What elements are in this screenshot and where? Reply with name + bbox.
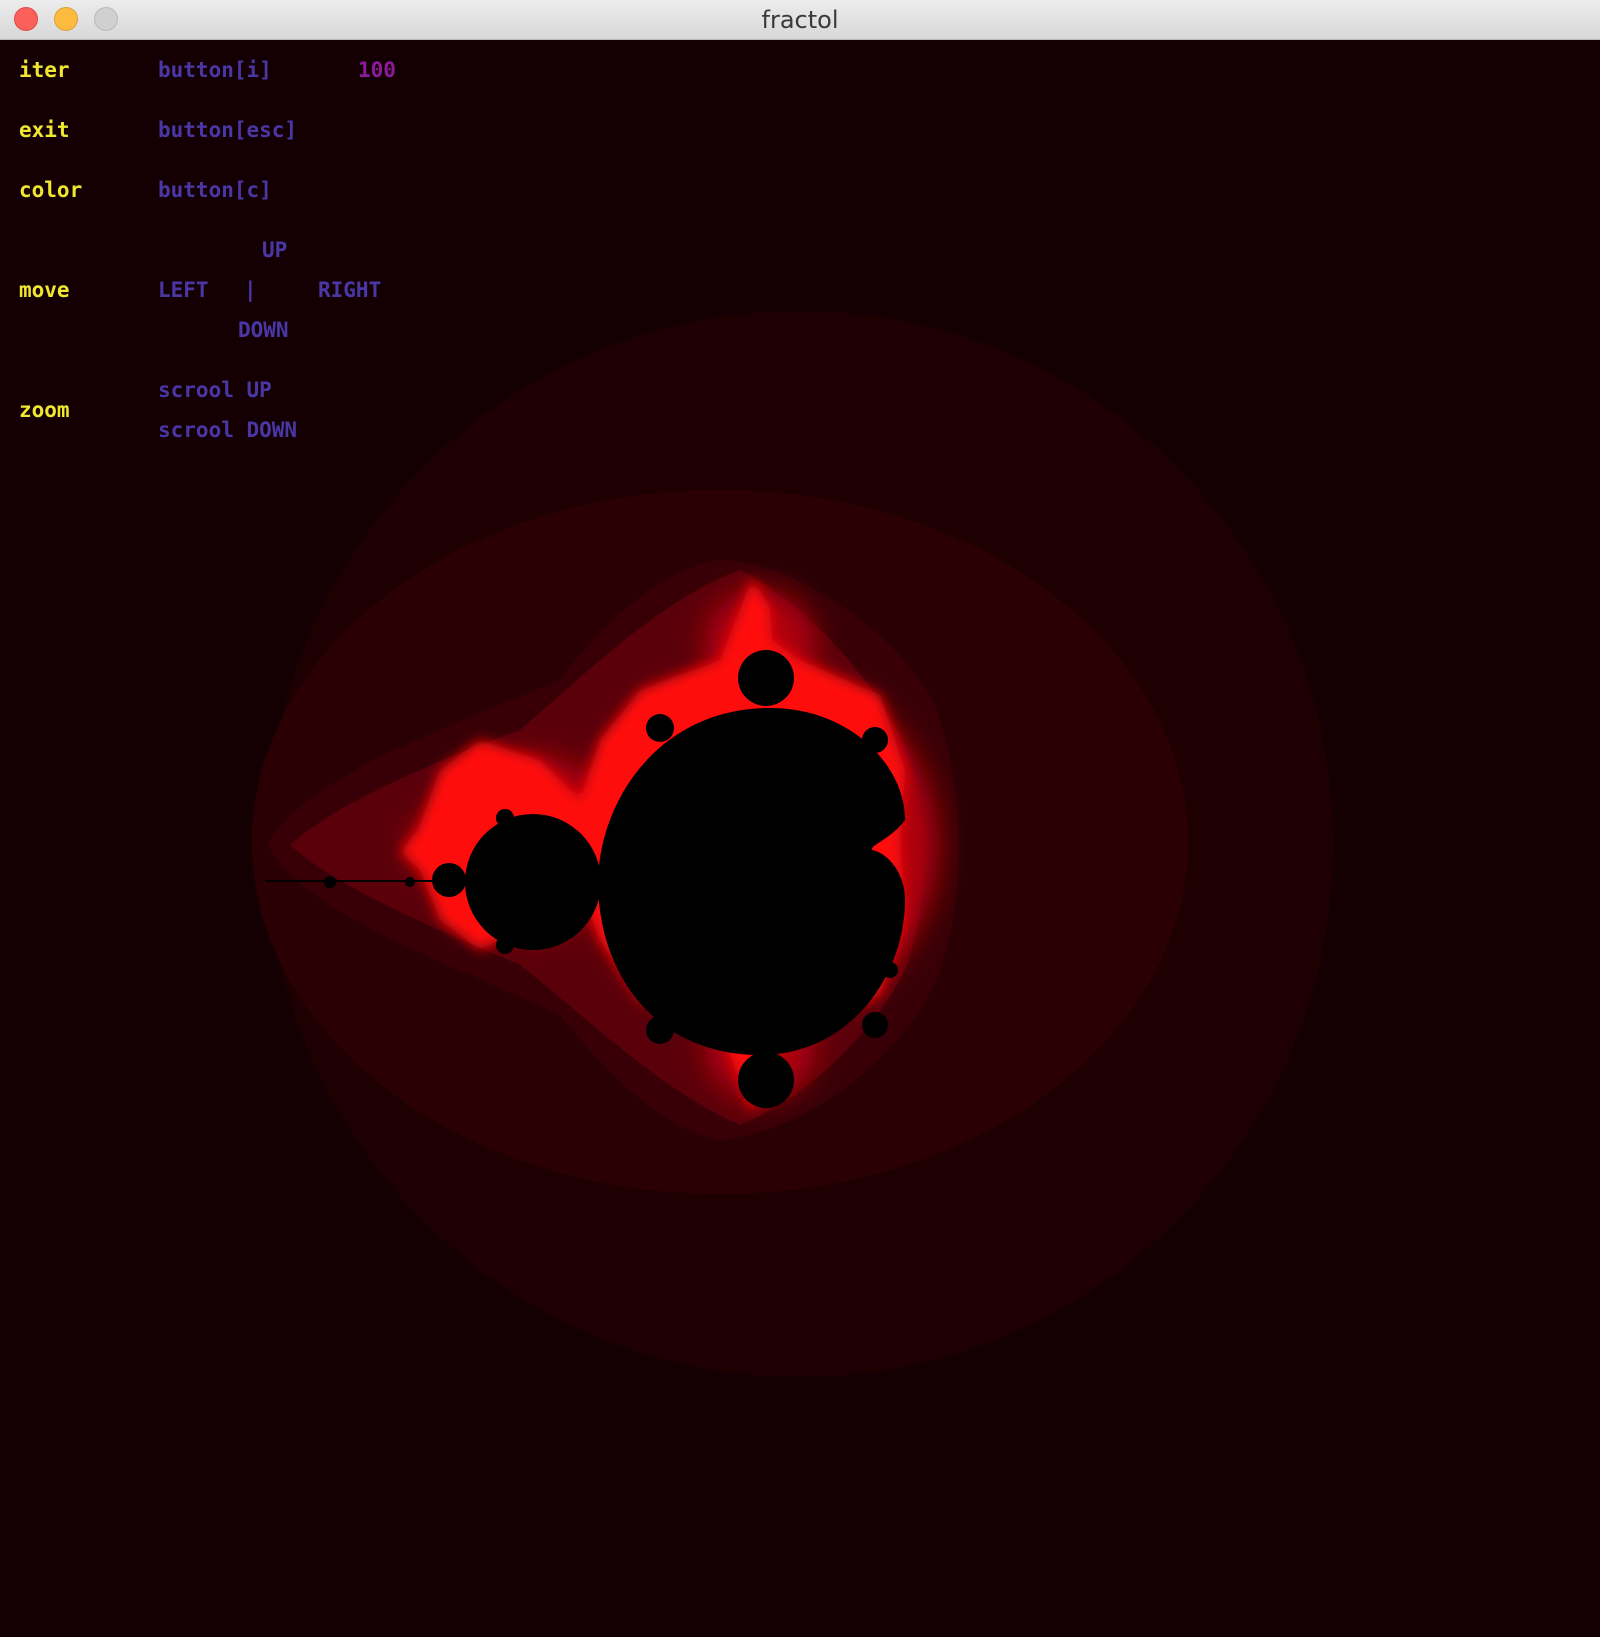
move-label: move	[19, 278, 70, 302]
mandelbrot-image	[252, 311, 1333, 1377]
zoom-scroll-down: scrool DOWN	[158, 418, 298, 442]
move-right: RIGHT	[318, 278, 382, 302]
move-down: DOWN	[238, 318, 289, 342]
iter-value: 100	[358, 58, 396, 82]
window-title: fractol	[761, 6, 839, 34]
zoom-scroll-up: scrool UP	[158, 378, 272, 402]
title-bar[interactable]: fractol	[0, 0, 1600, 40]
fractal-canvas[interactable]: iter button[i] 100 exit button[esc] colo…	[0, 40, 1600, 1637]
exit-command: button[esc]	[158, 118, 298, 142]
iter-label: iter	[19, 58, 70, 82]
fractol-window: fractol iter button[i] 100 exit button[e…	[0, 0, 1600, 1637]
move-up: UP	[262, 238, 288, 262]
move-left: LEFT	[158, 278, 209, 302]
iter-command: button[i]	[158, 58, 272, 82]
exit-label: exit	[19, 118, 70, 142]
color-command: button[c]	[158, 178, 272, 202]
zoom-label: zoom	[19, 398, 70, 422]
move-separator: |	[244, 278, 257, 302]
color-label: color	[19, 178, 83, 202]
